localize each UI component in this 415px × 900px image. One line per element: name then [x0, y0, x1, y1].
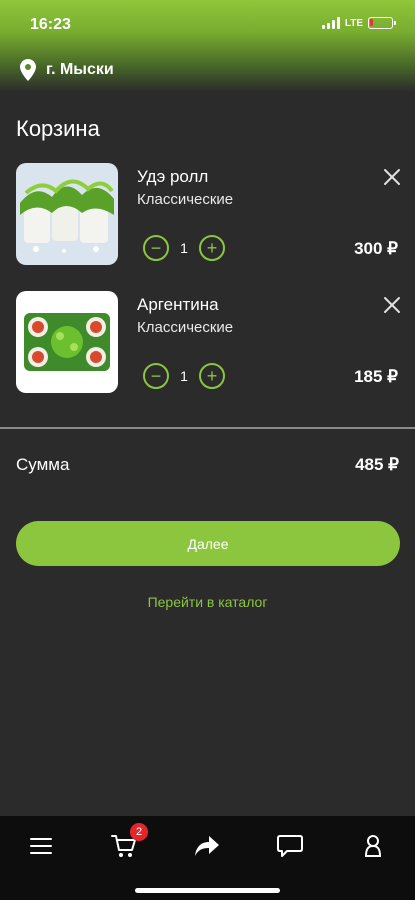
sum-value: 485 ₽: [355, 455, 399, 474]
share-icon: [195, 836, 219, 856]
cart-item: Аргентина Классические − 1 + 185 ₽: [16, 291, 406, 395]
tab-menu[interactable]: [19, 828, 63, 864]
signal-icon: [321, 17, 340, 29]
profile-icon: [364, 835, 382, 857]
minus-button[interactable]: −: [143, 363, 169, 389]
network-type: LTE: [344, 17, 363, 29]
close-icon[interactable]: [382, 295, 402, 315]
close-icon[interactable]: [382, 167, 402, 187]
status-time: 16:23: [30, 16, 71, 33]
map-pin-icon: [20, 59, 36, 81]
cart-badge: 2: [130, 823, 148, 841]
item-price: 300 ₽: [354, 239, 398, 258]
status-indicators: LTE: [321, 17, 396, 29]
sum-label: Сумма: [16, 455, 70, 474]
page-title: Корзина: [16, 116, 100, 141]
item-name: Аргентина: [137, 295, 219, 314]
item-name: Удэ ролл: [137, 167, 209, 186]
divider: [0, 427, 415, 429]
cart-item: Удэ ролл Классические − 1 + 300 ₽: [16, 163, 406, 267]
item-category: Классические: [137, 319, 234, 336]
product-image[interactable]: [16, 163, 118, 265]
tab-share[interactable]: [185, 828, 229, 864]
item-category: Классические: [137, 191, 234, 208]
tab-profile[interactable]: [351, 828, 395, 864]
chat-icon: [277, 835, 303, 857]
quantity-value: 1: [180, 240, 188, 256]
tab-cart[interactable]: 2: [102, 823, 148, 864]
quantity-stepper: − 1 +: [143, 235, 225, 261]
tab-chat[interactable]: [268, 828, 312, 864]
item-price: 185 ₽: [354, 367, 398, 386]
plus-button[interactable]: +: [199, 235, 225, 261]
location-selector[interactable]: г. Мыски: [20, 59, 114, 81]
battery-icon: [368, 17, 396, 29]
product-image[interactable]: [16, 291, 118, 393]
next-button[interactable]: Далее: [16, 521, 400, 566]
minus-button[interactable]: −: [143, 235, 169, 261]
home-indicator: [135, 888, 280, 893]
menu-icon: [30, 838, 52, 854]
location-city: г. Мыски: [46, 61, 114, 78]
plus-button[interactable]: +: [199, 363, 225, 389]
quantity-stepper: − 1 +: [143, 363, 225, 389]
catalog-link[interactable]: Перейти в каталог: [0, 594, 415, 610]
quantity-value: 1: [180, 368, 188, 384]
